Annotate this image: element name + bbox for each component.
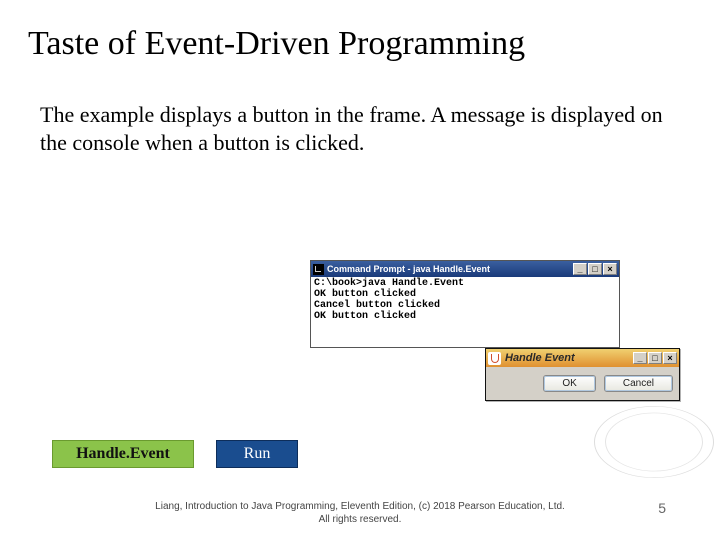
command-prompt-title: Command Prompt - java Handle.Event xyxy=(327,264,490,274)
footer-line-1: Liang, Introduction to Java Programming,… xyxy=(0,501,720,514)
decorative-cone xyxy=(588,402,720,481)
close-button[interactable]: × xyxy=(603,263,617,275)
handle-event-titlebar: Handle Event _ □ × xyxy=(486,349,679,367)
footer: Liang, Introduction to Java Programming,… xyxy=(0,501,720,526)
cancel-button[interactable]: Cancel xyxy=(604,375,673,392)
handle-event-title: Handle Event xyxy=(505,352,575,364)
run-button[interactable]: Run xyxy=(216,440,298,468)
handle-event-link-button[interactable]: Handle.Event xyxy=(52,440,194,468)
footer-line-2: All rights reserved. xyxy=(0,514,720,527)
handle-event-body: OK Cancel xyxy=(486,367,679,400)
figure-area: Command Prompt - java Handle.Event _ □ ×… xyxy=(310,260,680,348)
close-button[interactable]: × xyxy=(663,352,677,364)
minimize-button[interactable]: _ xyxy=(573,263,587,275)
page-number: 5 xyxy=(658,500,666,516)
handle-event-window: Handle Event _ □ × OK Cancel xyxy=(485,348,680,401)
minimize-button[interactable]: _ xyxy=(633,352,647,364)
command-prompt-window: Command Prompt - java Handle.Event _ □ ×… xyxy=(310,260,620,348)
command-prompt-titlebar: Command Prompt - java Handle.Event _ □ × xyxy=(311,261,619,277)
slide-title: Taste of Event-Driven Programming xyxy=(0,0,720,73)
command-prompt-output: C:\book>java Handle.Event OK button clic… xyxy=(311,277,619,347)
command-prompt-icon xyxy=(313,264,324,275)
slide-body-text: The example displays a button in the fra… xyxy=(0,73,720,156)
java-icon xyxy=(488,352,501,365)
maximize-button[interactable]: □ xyxy=(588,263,602,275)
ok-button[interactable]: OK xyxy=(543,375,595,392)
maximize-button[interactable]: □ xyxy=(648,352,662,364)
slide-action-buttons: Handle.Event Run xyxy=(52,440,298,468)
